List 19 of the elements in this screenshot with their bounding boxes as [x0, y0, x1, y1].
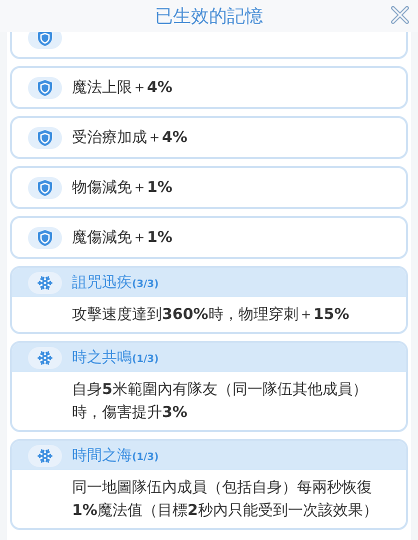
snowflake-icon: [28, 272, 62, 294]
shield-icon: [28, 226, 62, 248]
set-name: 時之共鳴(1/3): [72, 347, 159, 368]
set-effect-text: 自身5米範圍內有隊友（同一隊伍其他成員）時，傷害提升3%: [72, 379, 368, 423]
window-title: 已生效的記憶: [155, 4, 263, 28]
snowflake-icon: [28, 444, 62, 466]
set-name: 詛咒迅疾(3/3): [72, 272, 159, 294]
shield-icon: [28, 176, 62, 198]
set-effect-text: 同一地圖隊伍內成員（包括自身）每兩秒恢復1%魔法值（目標2秒內只能受到一次該效果）: [72, 477, 379, 521]
stat-text: 物傷減免＋1%: [72, 177, 172, 198]
shield-icon: [28, 76, 62, 98]
shield-icon: [28, 126, 62, 148]
set-name: 時間之海(1/3): [72, 445, 159, 466]
stat-text: 魔傷減免＋1%: [72, 227, 172, 248]
close-button[interactable]: [388, 3, 412, 27]
snowflake-icon: [28, 346, 62, 368]
set-effect-text: 攻擊速度達到360%時，物理穿刺＋15%: [72, 304, 350, 325]
stat-text: 受治療加成＋4%: [72, 127, 188, 148]
stat-text: 魔法上限＋4%: [72, 77, 172, 98]
